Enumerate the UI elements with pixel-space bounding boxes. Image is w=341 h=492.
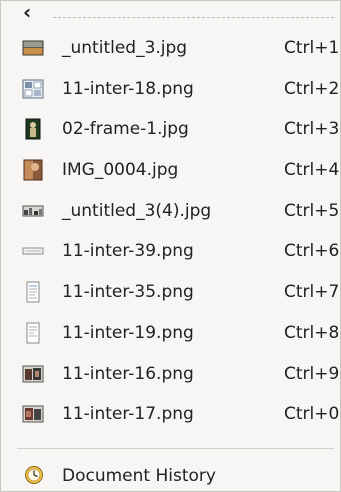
recent-file-name: _untitled_3(4).jpg [62, 200, 212, 221]
recent-file-item-8[interactable]: 11-inter-19.png Ctrl+8 [1, 313, 340, 354]
recent-file-item-4[interactable]: IMG_0004.jpg Ctrl+4 [1, 150, 340, 191]
recent-file-name: _untitled_3.jpg [62, 38, 188, 58]
grid-image-icon [22, 79, 44, 99]
document-image-icon [26, 281, 40, 303]
recent-file-name: 11-inter-35.png [62, 282, 194, 303]
clock-icon [25, 466, 43, 484]
figure-photo-icon [25, 118, 41, 140]
back-arrow-icon[interactable]: ‹ [23, 2, 31, 22]
recent-file-shortcut: Ctrl+3 [284, 119, 340, 140]
wide-photo-icon [22, 205, 44, 217]
recent-file-shortcut: Ctrl+4 [284, 160, 340, 181]
recent-file-shortcut: Ctrl+8 [284, 322, 340, 343]
recent-file-shortcut: Ctrl+2 [284, 78, 340, 99]
recent-file-item-5[interactable]: _untitled_3(4).jpg Ctrl+5 [1, 191, 340, 232]
recent-file-item-7[interactable]: 11-inter-35.png Ctrl+7 [1, 272, 340, 313]
recent-file-name: 11-inter-18.png [62, 78, 194, 99]
recent-file-name: 11-inter-17.png [62, 404, 194, 425]
recent-file-list: _untitled_3.jpg Ctrl+1 11-inter-18.png C… [1, 28, 340, 435]
recent-file-shortcut: Ctrl+1 [284, 38, 340, 58]
menu-tearoff[interactable]: ‹ [1, 1, 340, 27]
recent-file-name: IMG_0004.jpg [62, 160, 179, 181]
document-history-item[interactable]: Document History [1, 457, 340, 491]
document-image-icon [26, 322, 40, 344]
recent-file-name: 02-frame-1.jpg [62, 119, 189, 140]
recent-file-name: 11-inter-19.png [62, 322, 194, 343]
landscape-photo-icon [22, 40, 44, 56]
recent-file-item-3[interactable]: 02-frame-1.jpg Ctrl+3 [1, 109, 340, 150]
tearoff-dashed-line [53, 17, 334, 18]
screenshot-image-icon [22, 405, 44, 423]
recent-file-shortcut: Ctrl+9 [284, 363, 340, 384]
recent-file-item-10[interactable]: 11-inter-17.png Ctrl+0 [1, 394, 340, 435]
menu-separator [17, 448, 334, 449]
recent-file-name: 11-inter-39.png [62, 241, 194, 262]
recent-documents-menu: ‹ _untitled_3.jpg Ctrl+1 11-inter-18.png [0, 0, 341, 492]
strip-image-icon [22, 247, 44, 255]
recent-file-shortcut: Ctrl+0 [284, 404, 340, 425]
recent-file-shortcut: Ctrl+6 [284, 241, 340, 262]
portrait-photo-icon [23, 159, 43, 181]
recent-file-name: 11-inter-16.png [62, 363, 194, 384]
recent-file-item-2[interactable]: 11-inter-18.png Ctrl+2 [1, 69, 340, 110]
recent-file-item-9[interactable]: 11-inter-16.png Ctrl+9 [1, 354, 340, 395]
screenshot-image-icon [22, 365, 44, 382]
document-history-label: Document History [62, 466, 216, 486]
recent-file-item-6[interactable]: 11-inter-39.png Ctrl+6 [1, 231, 340, 272]
recent-file-item-1[interactable]: _untitled_3.jpg Ctrl+1 [1, 28, 340, 69]
recent-file-shortcut: Ctrl+5 [284, 200, 340, 221]
recent-file-shortcut: Ctrl+7 [284, 282, 340, 303]
